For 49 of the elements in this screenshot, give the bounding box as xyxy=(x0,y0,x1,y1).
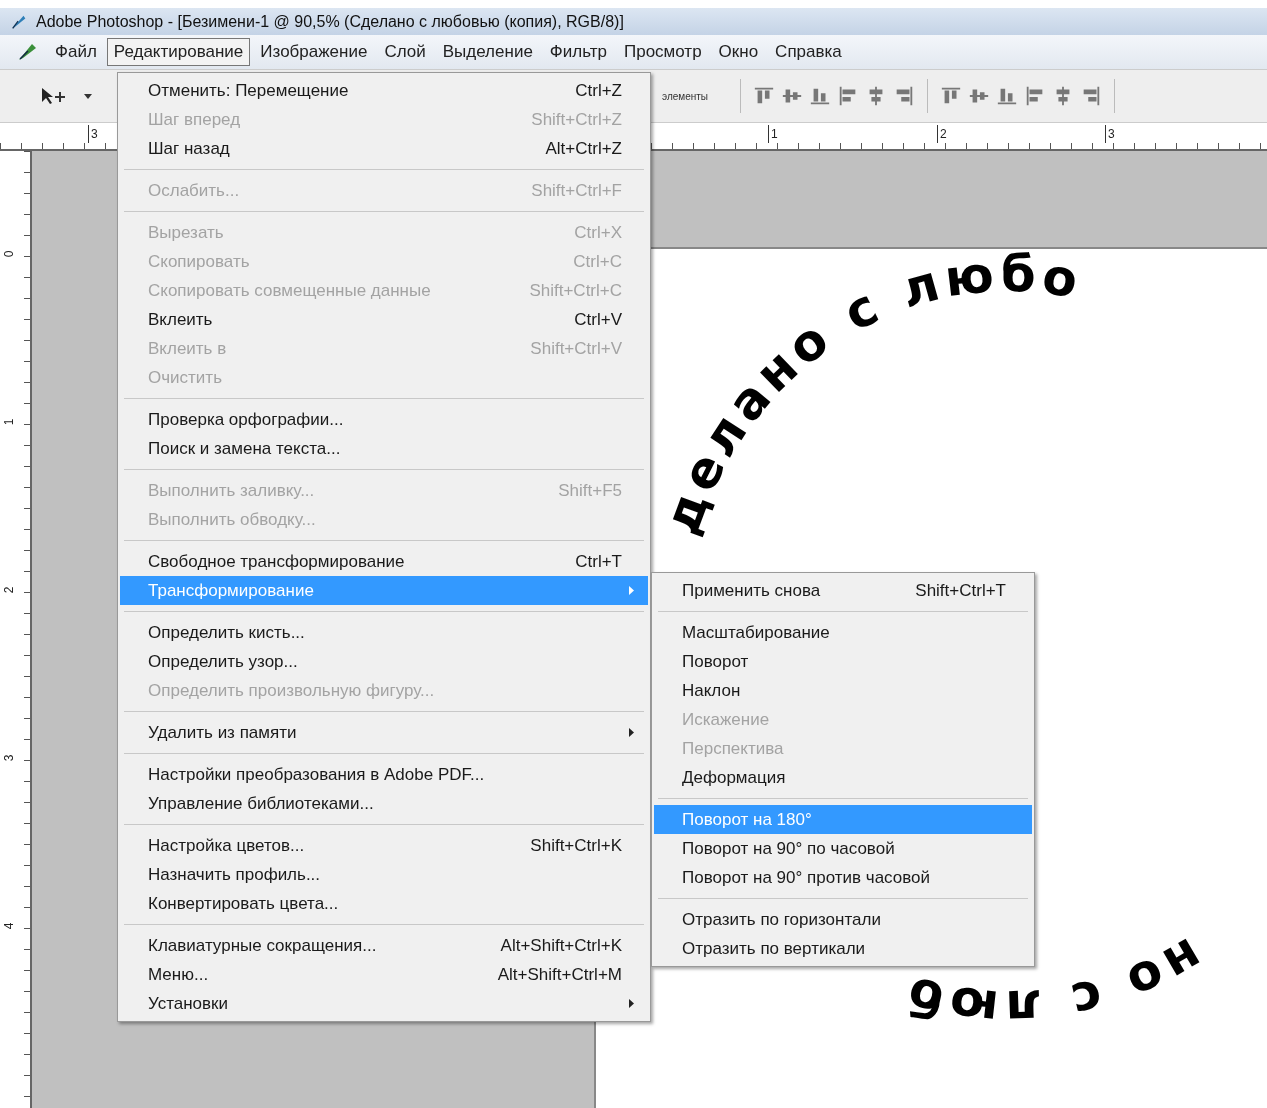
menu-item[interactable]: Свободное трансформирование Ctrl+T xyxy=(120,547,648,576)
menu-item[interactable]: Определить кисть... xyxy=(120,618,648,647)
menu-item[interactable]: Удалить из памяти xyxy=(120,718,648,747)
menu-item[interactable]: Управление библиотеками... xyxy=(120,789,648,818)
menu-item[interactable]: Поворот xyxy=(654,647,1032,676)
menu-item[interactable]: Окно xyxy=(711,38,766,66)
feather-icon[interactable] xyxy=(16,41,38,63)
menu-item[interactable]: Отменить: Перемещение Ctrl+Z xyxy=(120,76,648,105)
menu-item[interactable]: Шаг назад Alt+Ctrl+Z xyxy=(120,134,648,163)
menu-item[interactable]: Поворот на 90° по часовой xyxy=(654,834,1032,863)
ruler-number: 0 xyxy=(2,250,17,258)
option-label: элементы xyxy=(662,90,708,102)
menu-item[interactable]: Просмотр xyxy=(616,38,709,66)
menu-item[interactable]: Меню... Alt+Shift+Ctrl+M xyxy=(120,960,648,989)
menu-item[interactable]: Настройка цветов... Shift+Ctrl+K xyxy=(120,831,648,860)
menu-item[interactable]: Деформация xyxy=(654,763,1032,792)
menu-item[interactable]: Масштабирование xyxy=(654,618,1032,647)
menu-item[interactable]: Установки xyxy=(120,989,648,1018)
menu-item[interactable]: Конвертировать цвета... xyxy=(120,889,648,918)
menu-item[interactable]: Поворот на 90° против часовой xyxy=(654,863,1032,892)
ruler-number: 3 xyxy=(88,125,98,143)
menu-item[interactable]: Выделение xyxy=(435,38,540,66)
caret-icon[interactable] xyxy=(84,93,92,99)
menu-item[interactable]: Проверка орфографии... xyxy=(120,405,648,434)
menu-item[interactable]: Вклеить Ctrl+V xyxy=(120,305,648,334)
ruler-number: 3 xyxy=(1105,125,1115,143)
menu-item[interactable]: Поиск и замена текста... xyxy=(120,434,648,463)
menu-item[interactable]: Слой xyxy=(377,38,433,66)
ruler-number: 1 xyxy=(768,125,778,143)
menu-item[interactable]: Наклон xyxy=(654,676,1032,705)
arrow-icon xyxy=(629,586,634,595)
arrow-icon xyxy=(629,728,634,737)
menu-item[interactable]: Настройки преобразования в Adobe PDF... xyxy=(120,760,648,789)
menu-item[interactable]: Фильтр xyxy=(542,38,614,66)
menu-item[interactable]: Справка xyxy=(768,38,849,66)
ruler-number: 1 xyxy=(2,418,17,426)
ruler-number: 3 xyxy=(2,754,17,762)
ruler-number: 4 xyxy=(2,922,17,930)
menu-item[interactable]: Определить узор... xyxy=(120,647,648,676)
menu-item[interactable]: Редактирование xyxy=(106,38,251,66)
window-title: Adobe Photoshop - [Безимени-1 @ 90,5% (Сделано с любовью (копия), RGB/8)] xyxy=(36,12,624,31)
menu-item[interactable]: Применить снова Shift+Ctrl+T xyxy=(654,576,1032,605)
ruler-number: 2 xyxy=(2,586,17,594)
menu-item[interactable]: Файл xyxy=(48,38,104,66)
arrow-icon xyxy=(629,999,634,1008)
ruler-number: 2 xyxy=(937,125,947,143)
menu-item[interactable]: Назначить профиль... xyxy=(120,860,648,889)
menu-item[interactable]: Клавиатурные сокращения... Alt+Shift+Ctrl+K xyxy=(120,931,648,960)
menu-item[interactable]: Изображение xyxy=(253,38,375,66)
